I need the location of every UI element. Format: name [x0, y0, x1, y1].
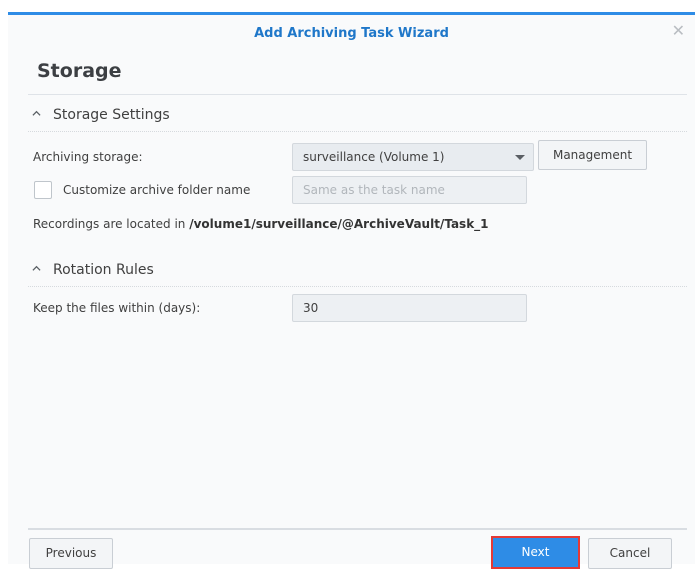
section-label: Storage Settings: [53, 107, 170, 123]
heading-divider: [28, 94, 687, 95]
dialog-title: Add Archiving Task Wizard: [254, 26, 449, 41]
dropdown-arrow-icon: [515, 155, 525, 160]
next-button[interactable]: Next: [491, 536, 580, 569]
archiving-storage-label: Archiving storage:: [33, 150, 143, 164]
archiving-storage-value: surveillance (Volume 1): [303, 150, 445, 164]
management-button[interactable]: Management: [538, 140, 647, 170]
section-rotation-rules[interactable]: Rotation Rules: [32, 262, 154, 278]
folder-name-placeholder: Same as the task name: [303, 183, 445, 197]
section-divider: [28, 286, 687, 287]
location-prefix: Recordings are located in: [33, 217, 190, 231]
customize-folder-checkbox[interactable]: [34, 181, 52, 199]
previous-button[interactable]: Previous: [29, 538, 113, 569]
customize-folder-label[interactable]: Customize archive folder name: [63, 183, 250, 197]
archiving-storage-select[interactable]: surveillance (Volume 1): [292, 143, 534, 171]
section-label: Rotation Rules: [53, 262, 154, 278]
keep-days-input[interactable]: 30: [292, 294, 527, 322]
location-text: Recordings are located in /volume1/surve…: [33, 217, 489, 231]
close-icon[interactable]: ✕: [672, 23, 685, 39]
cancel-button[interactable]: Cancel: [588, 538, 672, 569]
section-storage-settings[interactable]: Storage Settings: [32, 107, 170, 123]
page-title: Storage: [37, 60, 122, 82]
section-divider: [28, 131, 687, 132]
wizard-dialog: Add Archiving Task Wizard ✕ Storage Stor…: [8, 12, 695, 569]
location-path: /volume1/surveillance/@ArchiveVault/Task…: [189, 217, 489, 231]
footer-divider: [28, 528, 687, 530]
keep-days-label: Keep the files within (days):: [33, 301, 201, 315]
chevron-up-icon: [32, 110, 41, 116]
folder-name-input[interactable]: Same as the task name: [292, 176, 527, 204]
chevron-up-icon: [32, 265, 41, 271]
